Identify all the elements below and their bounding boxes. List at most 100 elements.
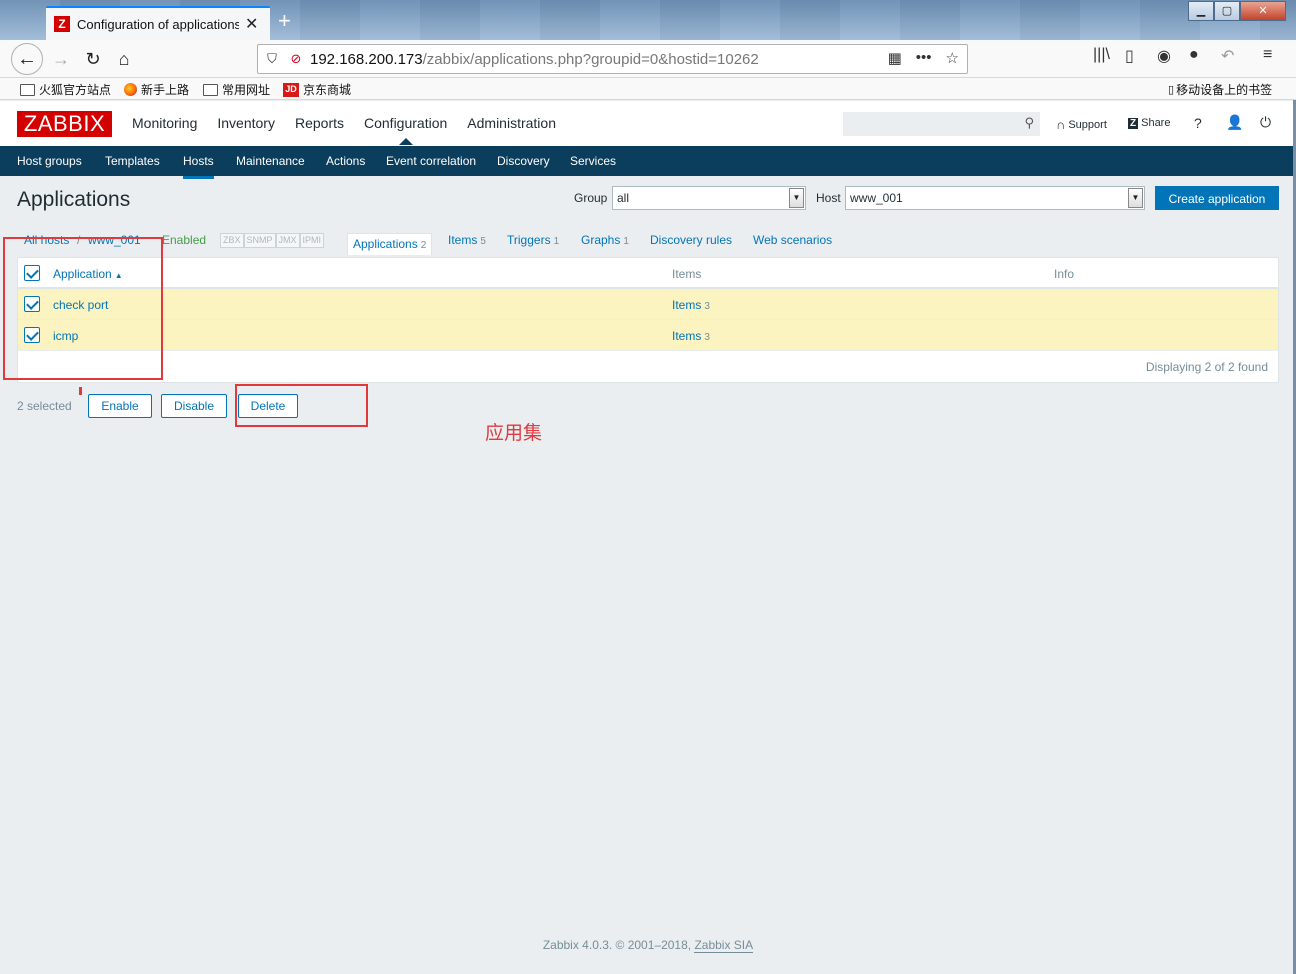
enable-button[interactable]: Enable — [88, 394, 152, 418]
page-actions-icon[interactable]: ••• — [916, 49, 932, 67]
group-select[interactable]: all ▼ — [612, 186, 806, 210]
browser-tab-active[interactable]: Z Configuration of applications ✕ — [46, 6, 270, 40]
forward-arrow-icon[interactable]: → — [47, 46, 75, 72]
share-link[interactable]: Z Share — [1128, 117, 1170, 129]
selected-count: 2 selected — [17, 399, 72, 413]
browser-titlebar: Z Configuration of applications ✕ + ▁ ▢ … — [0, 0, 1296, 40]
menu-reports[interactable]: Reports — [295, 115, 344, 131]
window-controls: ▁ ▢ ✕ — [1188, 1, 1286, 21]
bookmark-item[interactable]: 常用网址 — [203, 81, 270, 98]
mobile-device-icon: ▯ — [1168, 84, 1175, 96]
table-row: check port Items 3 — [18, 289, 1278, 320]
firefox-icon — [124, 83, 137, 96]
undo-icon[interactable]: ↶ — [1221, 46, 1234, 66]
url-text[interactable]: 192.168.200.173/zabbix/applications.php?… — [310, 51, 759, 68]
items-link[interactable]: Items 3 — [672, 329, 710, 343]
zbx-badge: ZBX — [220, 233, 244, 248]
folder-icon — [203, 83, 218, 96]
bookmark-item[interactable]: 火狐官方站点 — [20, 81, 111, 98]
jmx-badge: JMX — [275, 233, 300, 248]
home-icon[interactable]: ⌂ — [110, 46, 138, 72]
annotation-label: 应用集 — [485, 422, 543, 444]
zabbix-header: ZABBIX Monitoring Inventory Reports Conf… — [0, 101, 1296, 146]
tab-discovery-rules[interactable]: Discovery rules — [650, 233, 732, 247]
zabbix-favicon-icon: Z — [54, 16, 70, 32]
column-info: Info — [1054, 267, 1075, 281]
host-select[interactable]: www_001 ▼ — [845, 186, 1145, 210]
menu-icon[interactable]: ≡ — [1263, 46, 1272, 64]
tab-close-icon[interactable]: ✕ — [245, 14, 258, 34]
url-bar[interactable]: ⛉ ⊘ 192.168.200.173/zabbix/applications.… — [257, 44, 968, 74]
disable-button[interactable]: Disable — [161, 394, 227, 418]
account-icon[interactable]: ◉ — [1157, 46, 1171, 66]
column-items: Items — [672, 267, 702, 281]
dropdown-arrow-icon[interactable]: ▼ — [1128, 188, 1143, 208]
mobile-bookmarks[interactable]: ▯ 移动设备上的书签 — [1168, 81, 1272, 98]
subnav-host-groups[interactable]: Host groups — [17, 154, 82, 168]
subnav-maintenance[interactable]: Maintenance — [236, 154, 305, 168]
subnav-hosts[interactable]: Hosts — [183, 154, 214, 179]
zabbix-sia-link[interactable]: Zabbix SIA — [694, 938, 754, 953]
shield-icon[interactable]: ⛉ — [262, 51, 282, 67]
create-application-button[interactable]: Create application — [1155, 186, 1279, 210]
annotation-box-delete — [235, 384, 368, 427]
dropdown-arrow-icon[interactable]: ▼ — [789, 188, 804, 208]
search-icon[interactable]: ⚲ — [1024, 115, 1034, 131]
host-navigation: All hosts / www_001 Enabled ZBX SNMP JMX… — [17, 229, 1279, 255]
browser-navbar: ← → ↻ ⌂ ⛉ ⊘ 192.168.200.173/zabbix/appli… — [0, 40, 1296, 78]
table-footer-count: Displaying 2 of 2 found — [1145, 360, 1268, 374]
tab-title: Configuration of applications — [77, 16, 239, 32]
annotation-mark — [79, 387, 82, 395]
tab-applications[interactable]: Applications 2 — [347, 233, 433, 255]
menu-inventory[interactable]: Inventory — [217, 115, 275, 131]
menu-administration[interactable]: Administration — [467, 115, 556, 131]
bookmark-star-icon[interactable]: ☆ — [946, 49, 959, 67]
share-z-icon: Z — [1128, 117, 1139, 129]
host-status-enabled[interactable]: Enabled — [162, 233, 206, 247]
zabbix-logo[interactable]: ZABBIX — [17, 111, 112, 137]
subnav-event-correlation[interactable]: Event correlation — [386, 154, 476, 168]
chat-icon[interactable]: ● — [1189, 46, 1199, 64]
back-arrow-icon[interactable]: ← — [11, 43, 43, 75]
support-link[interactable]: ∩ Support — [1056, 117, 1107, 132]
page-title: Applications — [17, 188, 131, 211]
help-icon[interactable]: ? — [1194, 115, 1202, 131]
tab-graphs[interactable]: Graphs 1 — [581, 233, 629, 247]
global-search-input[interactable]: ⚲ — [843, 112, 1040, 136]
insecure-lock-icon[interactable]: ⊘ — [286, 51, 306, 67]
bookmark-item[interactable]: 新手上路 — [124, 81, 189, 98]
library-icon[interactable]: |||\ — [1093, 46, 1110, 64]
page-footer: Zabbix 4.0.3. © 2001–2018, Zabbix SIA — [542, 938, 754, 953]
availability-tags: ZBX SNMP JMX IPMI — [220, 233, 325, 248]
new-tab-icon[interactable]: + — [278, 8, 291, 34]
close-window-icon[interactable]: ✕ — [1240, 1, 1286, 21]
group-label: Group — [574, 191, 608, 205]
subnav-discovery[interactable]: Discovery — [497, 154, 550, 168]
menu-configuration[interactable]: Configuration — [364, 115, 447, 145]
subnav-templates[interactable]: Templates — [105, 154, 160, 168]
maximize-window-icon[interactable]: ▢ — [1214, 1, 1240, 21]
tab-web-scenarios[interactable]: Web scenarios — [753, 233, 832, 247]
subnav-actions[interactable]: Actions — [326, 154, 365, 168]
reload-icon[interactable]: ↻ — [79, 46, 107, 72]
sign-out-icon[interactable]: ⏻ — [1260, 114, 1271, 131]
host-label: Host — [816, 191, 841, 205]
tab-items[interactable]: Items 5 — [448, 233, 486, 247]
annotation-box-checkboxes — [3, 237, 163, 380]
tab-triggers[interactable]: Triggers 1 — [507, 233, 559, 247]
items-link[interactable]: Items 3 — [672, 298, 710, 312]
menu-monitoring[interactable]: Monitoring — [132, 115, 197, 131]
bookmark-item[interactable]: JD 京东商城 — [283, 81, 351, 98]
sub-navigation: Host groups Templates Hosts Maintenance … — [0, 146, 1296, 179]
snmp-badge: SNMP — [243, 233, 276, 248]
ipmi-badge: IPMI — [299, 233, 325, 248]
qr-code-icon[interactable]: ▦ — [888, 49, 902, 67]
main-menu: Monitoring Inventory Reports Configurati… — [132, 115, 576, 145]
subnav-services[interactable]: Services — [570, 154, 616, 168]
minimize-window-icon[interactable]: ▁ — [1188, 1, 1214, 21]
sidebar-icon[interactable]: ▯ — [1125, 46, 1134, 66]
table-header: Application ▲ Items Info — [18, 258, 1278, 289]
jd-icon: JD — [283, 82, 299, 97]
user-profile-icon[interactable]: 👤 — [1226, 114, 1243, 131]
applications-table: Application ▲ Items Info check port Items… — [17, 257, 1279, 383]
